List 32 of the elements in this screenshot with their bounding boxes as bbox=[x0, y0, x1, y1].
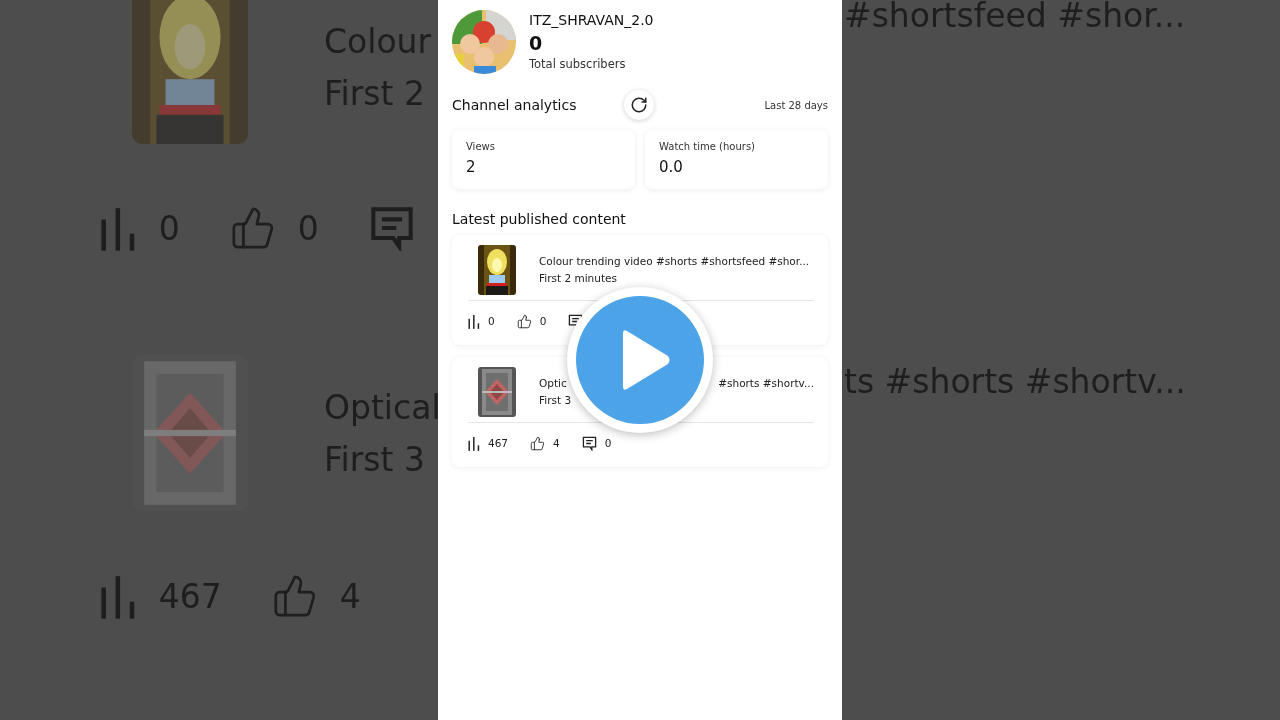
metric-value: 2 bbox=[466, 157, 476, 178]
stat-count: 4 bbox=[553, 437, 560, 449]
section-title: Channel analytics bbox=[452, 97, 577, 113]
bar-chart-icon bbox=[468, 313, 480, 329]
video-title: #shorts #shortv... bbox=[718, 376, 814, 391]
refresh-button[interactable] bbox=[624, 90, 654, 120]
comment-icon bbox=[368, 205, 415, 251]
section-title: Latest published content bbox=[452, 211, 627, 227]
period-label: Last 28 days bbox=[764, 99, 828, 111]
comment-icon bbox=[581, 435, 597, 451]
video-title: Optic bbox=[539, 376, 567, 391]
channel-name: ITZ_SHRAVAN_2.0 bbox=[529, 11, 654, 30]
refresh-icon bbox=[630, 96, 648, 114]
thumb-up-icon bbox=[530, 435, 546, 451]
thumb-up-icon bbox=[516, 313, 532, 329]
subscriber-label: Total subscribers bbox=[529, 56, 626, 72]
metric-value: 0.0 bbox=[659, 157, 683, 178]
subscriber-count: 0 bbox=[529, 31, 543, 56]
bar-chart-icon bbox=[468, 435, 480, 451]
stat-count: 0 bbox=[488, 315, 495, 327]
stat-count: 0 bbox=[604, 437, 612, 449]
stat-count: 0 bbox=[539, 315, 547, 327]
video-subtitle: First 3 bbox=[539, 393, 573, 408]
bar-chart-icon bbox=[100, 573, 137, 619]
bar-chart-icon bbox=[100, 205, 137, 251]
video-subtitle: First 2 minutes bbox=[539, 271, 618, 286]
thumb-up-icon bbox=[271, 573, 318, 619]
metric-label: Views bbox=[466, 140, 495, 154]
thumb-up-icon bbox=[229, 205, 276, 251]
metric-label: Watch time (hours) bbox=[659, 140, 755, 154]
stat-count: 467 bbox=[488, 437, 509, 449]
video-title: Colour trending video #shorts #shortsfeed #shor... bbox=[539, 254, 810, 269]
